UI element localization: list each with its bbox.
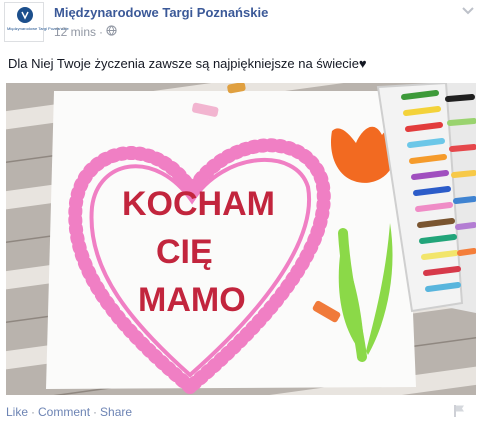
meta-separator: · bbox=[99, 25, 104, 39]
photo-line2-text: CIĘ bbox=[156, 233, 213, 271]
page-avatar[interactable]: Międzynarodowe Targi Poznańskie bbox=[4, 2, 69, 42]
photo-line1-text: KOCHAM bbox=[122, 185, 275, 223]
action-separator: · bbox=[31, 405, 36, 419]
share-link[interactable]: Share bbox=[100, 405, 132, 419]
page-name-link[interactable]: Międzynarodowe Targi Poznańskie bbox=[54, 5, 268, 20]
post-actions: Like · Comment · Share bbox=[6, 405, 132, 419]
post-message: Dla Niej Twoje życzenia zawsze są najpię… bbox=[8, 56, 367, 71]
mtp-logo-icon bbox=[17, 7, 33, 23]
flag-icon[interactable] bbox=[454, 404, 466, 418]
facebook-post: Międzynarodowe Targi Poznańskie Międzyna… bbox=[0, 0, 493, 432]
comment-link[interactable]: Comment bbox=[38, 405, 90, 419]
action-separator: · bbox=[93, 405, 98, 419]
photo-line3-text: MAMO bbox=[138, 281, 246, 319]
chevron-down-icon[interactable] bbox=[461, 4, 475, 18]
globe-icon bbox=[106, 25, 117, 39]
avatar-logo-text: Międzynarodowe Targi Poznańskie bbox=[7, 26, 69, 31]
post-photo[interactable]: KOCHAM CIĘ MAMO bbox=[6, 83, 476, 395]
post-timestamp[interactable]: 12 mins bbox=[54, 25, 96, 39]
post-meta: 12 mins · bbox=[54, 25, 117, 39]
like-link[interactable]: Like bbox=[6, 405, 28, 419]
